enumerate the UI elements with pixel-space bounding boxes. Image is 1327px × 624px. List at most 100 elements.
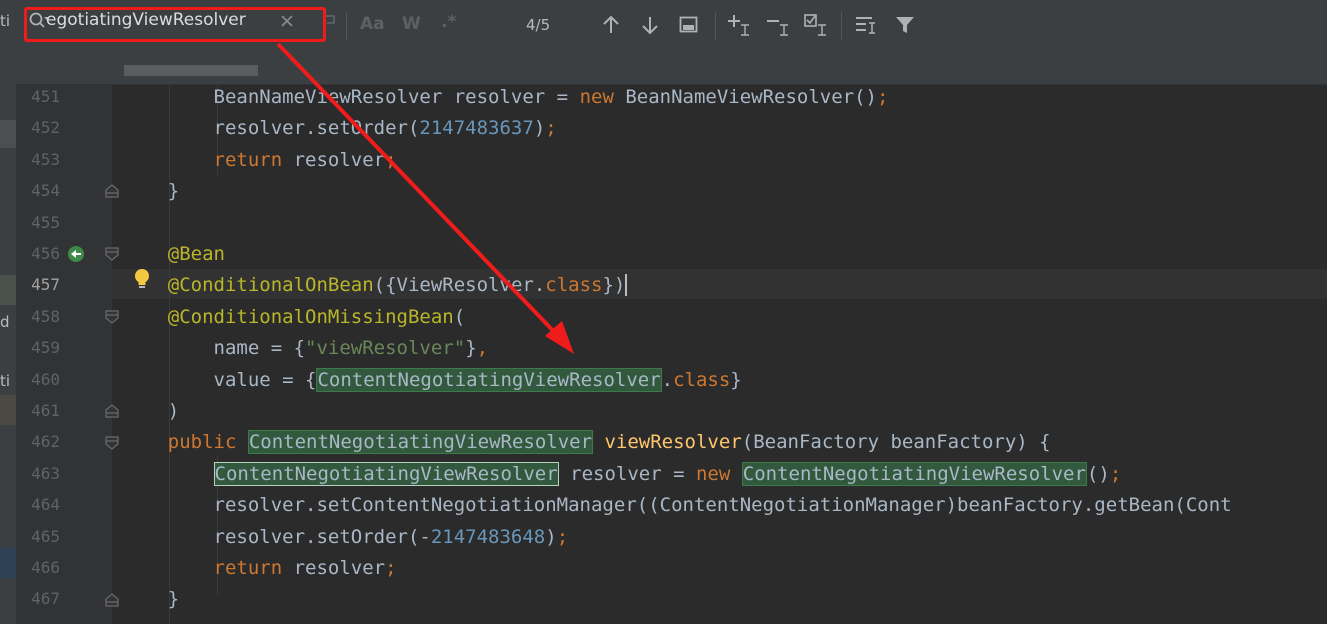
code-line[interactable]: ContentNegotiatingViewResolver resolver …	[122, 459, 1121, 489]
code-line[interactable]: return resolver;	[122, 553, 397, 583]
search-match-highlight: ContentNegotiatingViewResolver	[316, 368, 662, 392]
fold-start-icon[interactable]	[105, 310, 119, 324]
adjacent-panel: ti d ti	[0, 0, 16, 624]
remove-occurrence-icon[interactable]	[765, 13, 791, 37]
bean-method-gutter-icon[interactable]	[66, 244, 86, 264]
code-token: resolver =	[558, 463, 696, 485]
code-token: name = {	[122, 337, 306, 359]
next-occurrence-icon[interactable]	[641, 15, 659, 35]
code-line[interactable]: value = {ContentNegotiatingViewResolver.…	[122, 365, 742, 395]
line-number: 455	[31, 213, 60, 232]
toolbar-separator	[346, 12, 347, 40]
code-line[interactable]: @ConditionalOnBean({ViewResolver.class})	[122, 270, 628, 300]
line-number: 465	[31, 527, 60, 546]
toolbar-separator	[841, 12, 842, 40]
fold-end-icon[interactable]	[105, 593, 119, 607]
text-caret	[625, 274, 628, 296]
panel-band	[0, 120, 16, 148]
code-token: })	[602, 274, 626, 296]
code-token: )	[533, 117, 546, 139]
code-token: ;	[385, 149, 397, 171]
code-line[interactable]: }	[122, 176, 179, 206]
code-line[interactable]: resolver.setOrder(2147483637);	[122, 113, 557, 143]
code-token: ,	[476, 337, 489, 359]
panel-text-fragment: ti	[0, 372, 11, 390]
code-token: viewResolver	[604, 431, 742, 453]
code-token: new	[579, 86, 614, 108]
filter-icon[interactable]	[894, 14, 916, 36]
code-token: ;	[545, 117, 557, 139]
code-token: resolver	[282, 557, 386, 579]
fold-start-icon[interactable]	[105, 436, 119, 450]
code-token: ;	[556, 526, 569, 548]
code-line[interactable]: @ConditionalOnMissingBean(	[122, 302, 465, 332]
line-number: 458	[31, 307, 60, 326]
code-line[interactable]: )	[122, 396, 179, 426]
panel-band	[0, 275, 16, 305]
search-field-scrollbar[interactable]	[124, 65, 258, 76]
line-number: 462	[31, 432, 60, 451]
search-input[interactable]: egotiatingViewResolver	[46, 10, 246, 30]
find-bar: egotiatingViewResolver Aa W .* 4/5	[16, 0, 1327, 85]
regex-toggle[interactable]: .*	[441, 12, 456, 32]
code-token: BeanNameViewResolver resolver =	[122, 86, 580, 108]
fold-end-icon[interactable]	[105, 184, 119, 198]
panel-band	[0, 395, 16, 425]
new-line-icon[interactable]	[323, 13, 337, 31]
clear-search-icon[interactable]	[279, 13, 295, 29]
code-line[interactable]: name = {"viewResolver"},	[122, 333, 489, 363]
code-token: ;	[877, 86, 889, 108]
code-line[interactable]: }	[122, 584, 179, 614]
code-token: .	[661, 369, 674, 391]
code-token: class	[545, 274, 603, 296]
code-line[interactable]: BeanNameViewResolver resolver = new Bean…	[122, 82, 889, 112]
search-match-highlight: ContentNegotiatingViewResolver	[741, 462, 1087, 486]
code-token: ;	[385, 557, 397, 579]
code-token: resolver.setOrder(	[122, 117, 420, 139]
show-all-occurrences-icon[interactable]	[679, 16, 699, 34]
line-number: 454	[31, 181, 60, 200]
words-toggle[interactable]: W	[402, 14, 421, 34]
code-token: (	[453, 306, 466, 328]
match-count: 4/5	[526, 16, 551, 34]
code-line[interactable]: return resolver;	[122, 145, 397, 175]
code-token: return	[213, 557, 283, 579]
code-token: @ConditionalOnMissingBean	[167, 306, 454, 328]
line-number: 453	[31, 150, 60, 169]
line-number: 461	[31, 401, 60, 420]
panel-text-fragment: ti	[0, 12, 11, 30]
code-token: 2147483648	[430, 526, 546, 548]
line-number: 463	[31, 464, 60, 483]
previous-occurrence-icon[interactable]	[602, 15, 620, 35]
code-token: "viewResolver"	[305, 337, 466, 359]
code-line[interactable]: public ContentNegotiatingViewResolver vi…	[122, 427, 1051, 457]
search-field[interactable]: egotiatingViewResolver	[24, 7, 335, 37]
code-line[interactable]: resolver.setContentNegotiationManager((C…	[122, 490, 1232, 520]
add-occurrence-icon[interactable]	[726, 13, 752, 37]
code-editor[interactable]: 451 BeanNameViewResolver resolver = new …	[16, 85, 1327, 624]
code-token: }	[122, 588, 180, 610]
code-token: 2147483637	[419, 117, 534, 139]
code-token: resolver	[282, 149, 386, 171]
search-match-highlight: ContentNegotiatingViewResolver	[213, 462, 559, 486]
line-number: 460	[31, 370, 60, 389]
code-token: BeanNameViewResolver()	[613, 86, 877, 108]
fold-start-icon[interactable]	[105, 247, 119, 261]
filter-search-results-icon[interactable]	[854, 14, 878, 36]
line-number: 451	[31, 87, 60, 106]
code-token: class	[673, 369, 731, 391]
select-all-occurrences-icon[interactable]	[803, 13, 829, 37]
fold-end-icon[interactable]	[105, 404, 119, 418]
code-line[interactable]: resolver.setOrder(-2147483648);	[122, 522, 569, 552]
code-line[interactable]: @Bean	[122, 239, 225, 269]
line-number: 456	[31, 244, 60, 263]
line-number: 467	[31, 589, 60, 608]
match-case-toggle[interactable]: Aa	[360, 14, 385, 34]
